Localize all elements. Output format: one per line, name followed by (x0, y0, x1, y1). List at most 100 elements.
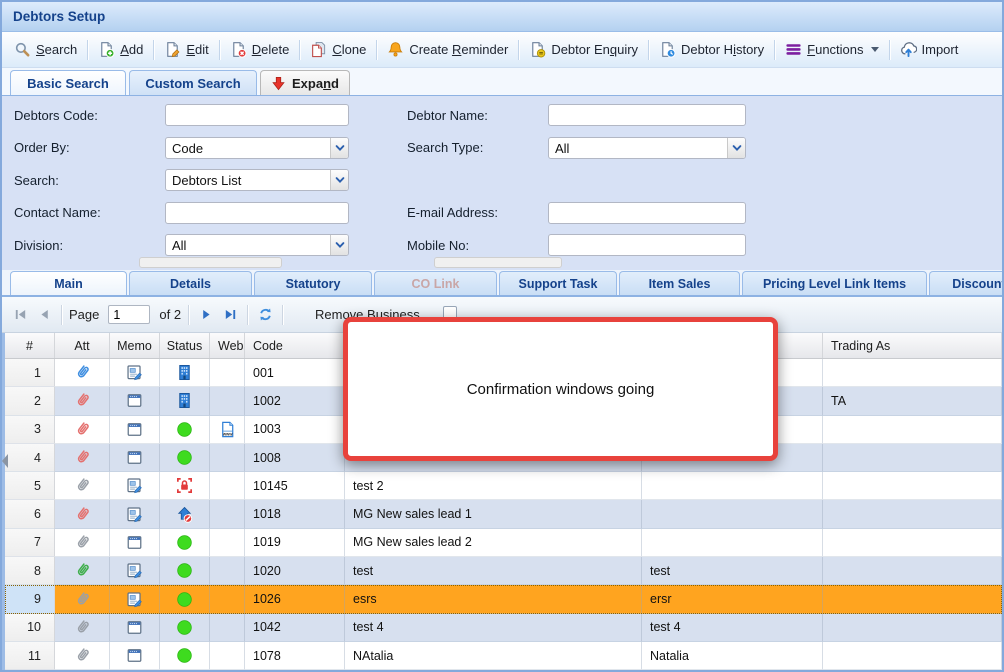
name2-cell: test 4 (642, 614, 823, 642)
e-mail-address-input[interactable] (548, 202, 746, 224)
table-row[interactable]: 81020testtest (5, 557, 1002, 585)
division-value: All (166, 235, 330, 255)
mobile-no-field-label: Mobile No: (407, 238, 548, 253)
memo-cell (110, 585, 160, 613)
tab-item-sales[interactable]: Item Sales (619, 271, 740, 295)
column-header-status[interactable]: Status (160, 333, 210, 358)
first-page-button[interactable] (9, 304, 31, 326)
tab-expand[interactable]: Expand (260, 70, 350, 95)
table-row[interactable]: 61018MG New sales lead 1 (5, 500, 1002, 528)
delete-button[interactable]: Delete (223, 36, 297, 64)
import-button[interactable]: Import (893, 36, 966, 64)
tab-details[interactable]: Details (129, 271, 252, 295)
trading-as-cell (823, 585, 1002, 613)
contact-name-input[interactable] (165, 202, 349, 224)
attachment-icon (73, 561, 92, 580)
sync-error-icon (175, 505, 194, 524)
website-cell (210, 642, 245, 670)
status-cell (160, 585, 210, 613)
delete-icon (230, 41, 247, 58)
status-cell (160, 557, 210, 585)
attachment-icon (73, 618, 92, 637)
last-page-button[interactable] (219, 304, 241, 326)
status-cell (160, 444, 210, 472)
prev-page-button[interactable] (33, 304, 55, 326)
memo-blank-icon (125, 618, 144, 637)
status-cell (160, 387, 210, 415)
debtors-code-input[interactable] (165, 104, 349, 126)
website-cell (210, 387, 245, 415)
next-page-button[interactable] (195, 304, 217, 326)
tab-support-task[interactable]: Support Task (499, 271, 617, 295)
search-type-select[interactable]: All (548, 137, 746, 159)
debtor-name-input[interactable] (548, 104, 746, 126)
toolbar-separator (376, 40, 377, 60)
add-button[interactable]: Add (91, 36, 150, 64)
search-type-field-label: Search Type: (407, 140, 548, 155)
order-by-value: Code (166, 138, 330, 158)
column-header-code[interactable]: Code (245, 333, 345, 358)
debtor-enquiry-button[interactable]: Debtor Enquiry (522, 36, 645, 64)
reminder-icon (387, 41, 404, 58)
attachment-icon (73, 448, 92, 467)
column-header-att[interactable]: Att (55, 333, 110, 358)
attachment-cell (55, 416, 110, 444)
debtor-history-button[interactable]: Debtor History (652, 36, 771, 64)
popup-message: Confirmation windows going (467, 381, 655, 398)
enquiry-icon (529, 41, 546, 58)
column-header-trading-as[interactable]: Trading As (823, 333, 1002, 358)
memo-blank-icon (125, 533, 144, 552)
table-row[interactable]: 101042test 4test 4 (5, 614, 1002, 642)
website-cell (210, 529, 245, 557)
status-cell (160, 529, 210, 557)
clone-button[interactable]: Clone (303, 36, 373, 64)
column-header-webs[interactable]: Webs (210, 333, 245, 358)
tab-custom-search[interactable]: Custom Search (129, 70, 257, 95)
functions-button[interactable]: Functions (778, 36, 885, 64)
trading-as-cell (823, 529, 1002, 557)
building-icon (175, 363, 194, 382)
search-button[interactable]: Search (7, 36, 84, 64)
clipped-field (139, 257, 282, 268)
mobile-no-input[interactable] (548, 234, 746, 256)
memo-blank-icon (125, 420, 144, 439)
functions-icon (785, 41, 802, 58)
attachment-cell (55, 387, 110, 415)
debtors-code-field-label: Debtors Code: (14, 108, 165, 123)
tab-basic-search[interactable]: Basic Search (10, 70, 126, 95)
attachment-icon (73, 646, 92, 665)
code-cell: 1002 (245, 387, 345, 415)
create-reminder-button[interactable]: Create Reminder (380, 36, 515, 64)
name-cell: MG New sales lead 2 (345, 529, 642, 557)
order-by-select[interactable]: Code (165, 137, 349, 159)
name-cell: test 2 (345, 472, 642, 500)
tab-pricing-level-link-items[interactable]: Pricing Level Link Items (742, 271, 927, 295)
tab-statutory[interactable]: Statutory (254, 271, 372, 295)
tab-discount[interactable]: Discount (929, 271, 1002, 295)
active-status-icon (175, 590, 194, 609)
debtors-setup-window: Debtors Setup SearchAddEditDeleteCloneCr… (0, 0, 1004, 672)
collapse-panel-handle[interactable] (2, 454, 8, 468)
table-row[interactable]: 71019MG New sales lead 2 (5, 529, 1002, 557)
table-row[interactable]: 91026esrsersr (5, 585, 1002, 613)
trading-as-cell (823, 557, 1002, 585)
tab-main[interactable]: Main (10, 271, 127, 295)
search-select[interactable]: Debtors List (165, 169, 349, 191)
memo-blank-icon (125, 448, 144, 467)
page-number-input[interactable] (108, 305, 150, 324)
expand-icon (271, 76, 286, 91)
trading-as-cell: TA (823, 387, 1002, 415)
edit-button[interactable]: Edit (157, 36, 215, 64)
row-number-cell: 2 (5, 387, 55, 415)
attachment-icon (73, 505, 92, 524)
tab-label: Pricing Level Link Items (763, 277, 906, 291)
column-header-memo[interactable]: Memo (110, 333, 160, 358)
memo-edit-icon (125, 590, 144, 609)
column-header-blank[interactable]: # (5, 333, 55, 358)
website-icon: www (218, 420, 237, 439)
division-select[interactable]: All (165, 234, 349, 256)
refresh-button[interactable] (254, 304, 276, 326)
website-cell (210, 500, 245, 528)
table-row[interactable]: 510145test 2 (5, 472, 1002, 500)
table-row[interactable]: 111078NAtaliaNatalia (5, 642, 1002, 670)
